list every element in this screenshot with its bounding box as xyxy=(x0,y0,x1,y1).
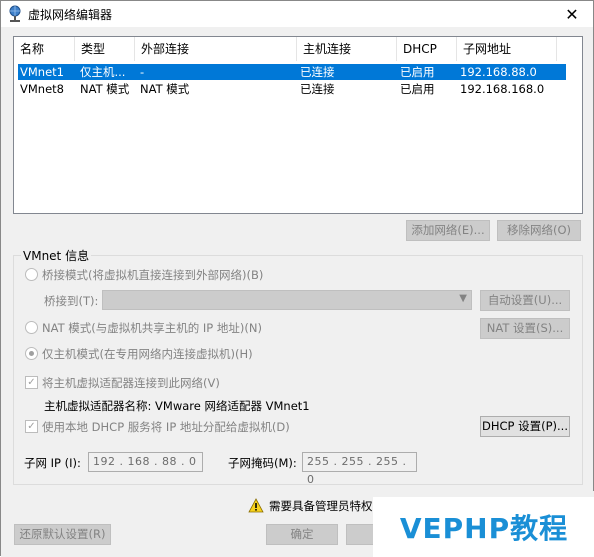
vmnet-info-label: VMnet 信息 xyxy=(21,247,92,264)
window-title: 虚拟网络编辑器 xyxy=(28,8,113,22)
host-only-radio[interactable] xyxy=(25,347,38,360)
network-globe-icon xyxy=(9,5,21,22)
auto-settings-button[interactable]: 自动设置(U)... xyxy=(480,290,570,311)
column-header-dhcp[interactable]: DHCP xyxy=(397,37,457,61)
column-header-name[interactable]: 名称 xyxy=(14,37,75,61)
cell-type: NAT 模式 xyxy=(80,82,130,96)
warning-icon xyxy=(248,498,264,513)
list-header: 名称 类型 外部连接 主机连接 DHCP 子网地址 xyxy=(14,37,582,61)
cell-subnet: 192.168.168.0 xyxy=(460,82,545,96)
host-only-label: 仅主机模式(在专用网络内连接虚拟机)(H) xyxy=(42,347,253,361)
title-bar: 虚拟网络编辑器 ✕ xyxy=(1,1,593,27)
subnet-mask-label: 子网掩码(M): xyxy=(228,456,297,470)
network-list[interactable]: 名称 类型 外部连接 主机连接 DHCP 子网地址 VMnet1 仅主机... … xyxy=(13,36,583,214)
table-row[interactable]: VMnet8 NAT 模式 NAT 模式 已连接 已启用 192.168.168… xyxy=(18,81,566,97)
restore-defaults-button[interactable]: 还原默认设置(R) xyxy=(14,524,111,545)
column-header-host[interactable]: 主机连接 xyxy=(297,37,397,61)
cell-dhcp: 已启用 xyxy=(400,65,435,79)
bridged-to-label: 桥接到(T): xyxy=(44,294,99,308)
cell-external: NAT 模式 xyxy=(140,82,190,96)
cancel-button[interactable] xyxy=(346,524,376,545)
table-row[interactable]: VMnet1 仅主机... - 已连接 已启用 192.168.88.0 xyxy=(18,64,566,80)
connect-adapter-label: 将主机虚拟适配器连接到此网络(V) xyxy=(42,376,220,390)
use-dhcp-label: 使用本地 DHCP 服务将 IP 地址分配给虚拟机(D) xyxy=(42,420,290,434)
bridged-to-select[interactable]: ▼ xyxy=(102,290,472,310)
bridged-mode-radio[interactable] xyxy=(25,268,38,281)
column-header-subnet[interactable]: 子网地址 xyxy=(457,37,557,61)
use-dhcp-checkbox[interactable]: ✓ xyxy=(25,420,38,433)
cell-external: - xyxy=(140,65,145,79)
remove-network-button[interactable]: 移除网络(O) xyxy=(497,220,581,241)
add-network-button[interactable]: 添加网络(E)... xyxy=(406,220,490,241)
watermark-overlay: VEPHP教程 xyxy=(373,497,594,557)
dhcp-settings-button[interactable]: DHCP 设置(P)... xyxy=(480,416,570,437)
column-header-external[interactable]: 外部连接 xyxy=(135,37,297,61)
cell-host: 已连接 xyxy=(300,82,335,96)
cell-host: 已连接 xyxy=(300,65,335,79)
close-button[interactable]: ✕ xyxy=(555,2,589,26)
cell-type: 仅主机... xyxy=(80,65,126,79)
chevron-down-icon: ▼ xyxy=(459,293,467,304)
subnet-ip-input[interactable]: 192 . 168 . 88 . 0 xyxy=(88,452,203,472)
cell-name: VMnet8 xyxy=(20,82,64,96)
nat-mode-label: NAT 模式(与虚拟机共享主机的 IP 地址)(N) xyxy=(42,321,262,335)
cell-name: VMnet1 xyxy=(20,65,64,79)
nat-settings-button[interactable]: NAT 设置(S)... xyxy=(480,318,570,339)
virtual-network-editor-dialog: 虚拟网络编辑器 ✕ 名称 类型 外部连接 主机连接 DHCP 子网地址 VMne… xyxy=(0,0,594,557)
column-header-type[interactable]: 类型 xyxy=(75,37,135,61)
adapter-name-label: 主机虚拟适配器名称: VMware 网络适配器 VMnet1 xyxy=(44,399,310,413)
admin-warning-text: 需要具备管理员特权 xyxy=(269,499,373,513)
nat-mode-radio[interactable] xyxy=(25,321,38,334)
subnet-ip-label: 子网 IP (I): xyxy=(24,456,81,470)
close-icon: ✕ xyxy=(565,4,579,24)
cell-subnet: 192.168.88.0 xyxy=(460,65,537,79)
cell-dhcp: 已启用 xyxy=(400,82,435,96)
bridged-mode-label: 桥接模式(将虚拟机直接连接到外部网络)(B) xyxy=(42,268,264,282)
ok-button[interactable]: 确定 xyxy=(266,524,338,545)
subnet-mask-input[interactable]: 255 . 255 . 255 . 0 xyxy=(302,452,417,486)
connect-adapter-checkbox[interactable]: ✓ xyxy=(25,376,38,389)
